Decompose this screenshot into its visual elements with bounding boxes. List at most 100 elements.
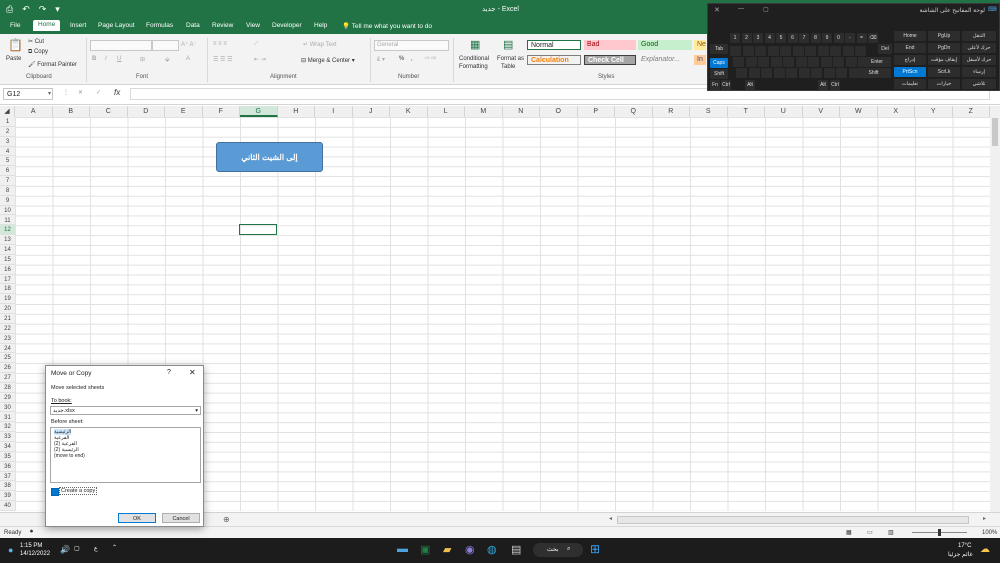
redo-icon[interactable]: ↷ [39, 4, 47, 15]
column-header[interactable]: D [128, 106, 165, 117]
osk-letter-key[interactable] [820, 57, 832, 67]
row-header[interactable]: 10 [0, 206, 15, 216]
osk-letter-key[interactable] [808, 57, 819, 67]
ok-button[interactable]: OK [118, 513, 156, 523]
column-header[interactable]: X [878, 106, 915, 117]
osk-key[interactable]: 2 [741, 33, 752, 43]
name-box[interactable]: G12 [3, 88, 53, 100]
row-header[interactable]: 19 [0, 294, 15, 305]
osk-letter-key[interactable] [733, 57, 744, 67]
scroll-thumb[interactable] [992, 118, 998, 146]
edge-icon[interactable]: ◍ [487, 543, 497, 556]
clock-date[interactable]: 14/12/2022 [20, 551, 50, 557]
osk-key[interactable]: 6 [787, 33, 798, 43]
osk-letter-key[interactable] [730, 46, 741, 56]
row-header[interactable]: 29 [0, 393, 15, 403]
row-header[interactable]: 23 [0, 334, 15, 344]
column-header[interactable]: H [278, 106, 315, 117]
volume-icon[interactable]: 🔊 [60, 545, 70, 554]
column-header[interactable]: F [203, 106, 240, 117]
column-header[interactable]: I [315, 106, 353, 117]
row-header[interactable]: 39 [0, 491, 15, 502]
osk-scrlk-key[interactable]: ScrLk [928, 67, 960, 77]
normal-view-icon[interactable]: ▦ [846, 529, 852, 536]
percent-button[interactable]: % [399, 56, 404, 62]
osk-letter-key[interactable] [755, 46, 766, 56]
column-header[interactable]: J [353, 106, 390, 117]
close-icon[interactable]: ✕ [714, 6, 720, 14]
row-header[interactable]: 11 [0, 216, 15, 226]
row-header[interactable]: 8 [0, 186, 15, 196]
osk-end-key[interactable]: End [894, 43, 926, 53]
chevron-down-icon[interactable]: ▾ [48, 90, 51, 97]
page-break-view-icon[interactable]: ▥ [888, 529, 894, 536]
zoom-level[interactable]: 100% [982, 530, 997, 536]
tab-page-layout[interactable]: Page Layout [98, 22, 135, 29]
cut-button[interactable]: ✂ Cut [28, 38, 44, 45]
column-header[interactable]: L [428, 106, 465, 117]
start-windows-icon[interactable]: ⊞ [590, 542, 600, 556]
conditional-formatting-icon[interactable]: ▦ [470, 38, 480, 51]
wrap-text-button[interactable]: ↵ Wrap Text [303, 41, 337, 48]
row-header[interactable]: 34 [0, 442, 15, 452]
align-top-icon[interactable]: ≡ ≡ ≡ [213, 41, 227, 47]
weather-temp[interactable]: 17°C [958, 543, 971, 549]
tab-file[interactable]: File [10, 22, 20, 29]
network-icon[interactable]: ▢ [74, 545, 80, 552]
scroll-left-icon[interactable]: ◂ [609, 515, 612, 522]
autosave-icon[interactable]: ⎙ [6, 4, 13, 15]
osk-letter-key[interactable] [823, 68, 835, 78]
weather-desc[interactable]: غائم جزئيا [948, 551, 973, 558]
osk-pause-key[interactable]: إيقاف مؤقت [928, 55, 960, 65]
osk-help-key[interactable]: تعليمات [894, 79, 926, 89]
zoom-thumb[interactable] [938, 529, 941, 536]
row-header[interactable]: 16 [0, 265, 15, 275]
paste-button[interactable]: Paste [6, 56, 21, 62]
row-header[interactable]: 4 [0, 147, 15, 157]
osk-key[interactable]: 7 [799, 33, 809, 43]
column-header[interactable]: M [465, 106, 503, 117]
column-header[interactable]: T [728, 106, 765, 117]
undo-icon[interactable]: ↶ [22, 4, 30, 15]
tab-developer[interactable]: Developer [272, 22, 302, 29]
orientation-icon[interactable]: ⟋ [254, 41, 258, 48]
style-good[interactable]: Good [638, 40, 692, 50]
osk-ctrl-key[interactable]: Ctrl [721, 80, 731, 90]
column-header[interactable]: O [540, 106, 578, 117]
borders-icon[interactable]: ⊞ [140, 56, 145, 63]
font-color-icon[interactable]: A [186, 56, 190, 62]
style-explanatory[interactable]: Explanator... [638, 55, 692, 65]
font-size-combo[interactable] [152, 40, 179, 51]
osk-letter-key[interactable] [855, 46, 866, 56]
osk-key[interactable]: - [845, 33, 855, 43]
taskbar-search[interactable]: بحث ⌕ [533, 543, 583, 557]
tab-review[interactable]: Review [212, 22, 233, 29]
row-header[interactable]: 5 [0, 156, 15, 167]
row-header[interactable]: 31 [0, 413, 15, 423]
style-calculation[interactable]: Calculation [527, 55, 581, 65]
file-explorer-icon[interactable]: ▰ [443, 543, 451, 556]
osk-key[interactable]: = [856, 33, 867, 43]
column-header[interactable]: Z [953, 106, 990, 117]
row-header[interactable]: 15 [0, 255, 15, 265]
row-header[interactable]: 26 [0, 363, 15, 374]
column-header[interactable]: B [53, 106, 90, 117]
osk-nav-key[interactable]: التنقل [962, 31, 996, 41]
osk-letter-key[interactable] [780, 46, 791, 56]
osk-letter-key[interactable] [805, 46, 816, 56]
clock-time[interactable]: 1:15 PM [20, 543, 42, 549]
confirm-entry-icon[interactable]: ✓ [96, 89, 101, 96]
indent-icon[interactable]: ⇤ ⇥ [254, 56, 266, 63]
format-painter-button[interactable]: 🖌 Format Painter [28, 61, 77, 68]
osk-letter-key[interactable] [742, 46, 754, 56]
row-header[interactable]: 6 [0, 166, 15, 177]
vertical-scrollbar[interactable] [990, 106, 1000, 512]
copy-button[interactable]: ⧉ Copy [28, 49, 48, 56]
osk-letter-key[interactable] [786, 68, 797, 78]
comma-button[interactable]: , [411, 56, 413, 62]
tab-formulas[interactable]: Formulas [146, 22, 173, 29]
excel-taskbar-icon[interactable]: ▣ [420, 543, 430, 556]
macro-record-icon[interactable]: ⏺ [30, 529, 33, 536]
osk-key[interactable]: 4 [764, 33, 775, 43]
osk-letter-key[interactable] [845, 57, 857, 67]
